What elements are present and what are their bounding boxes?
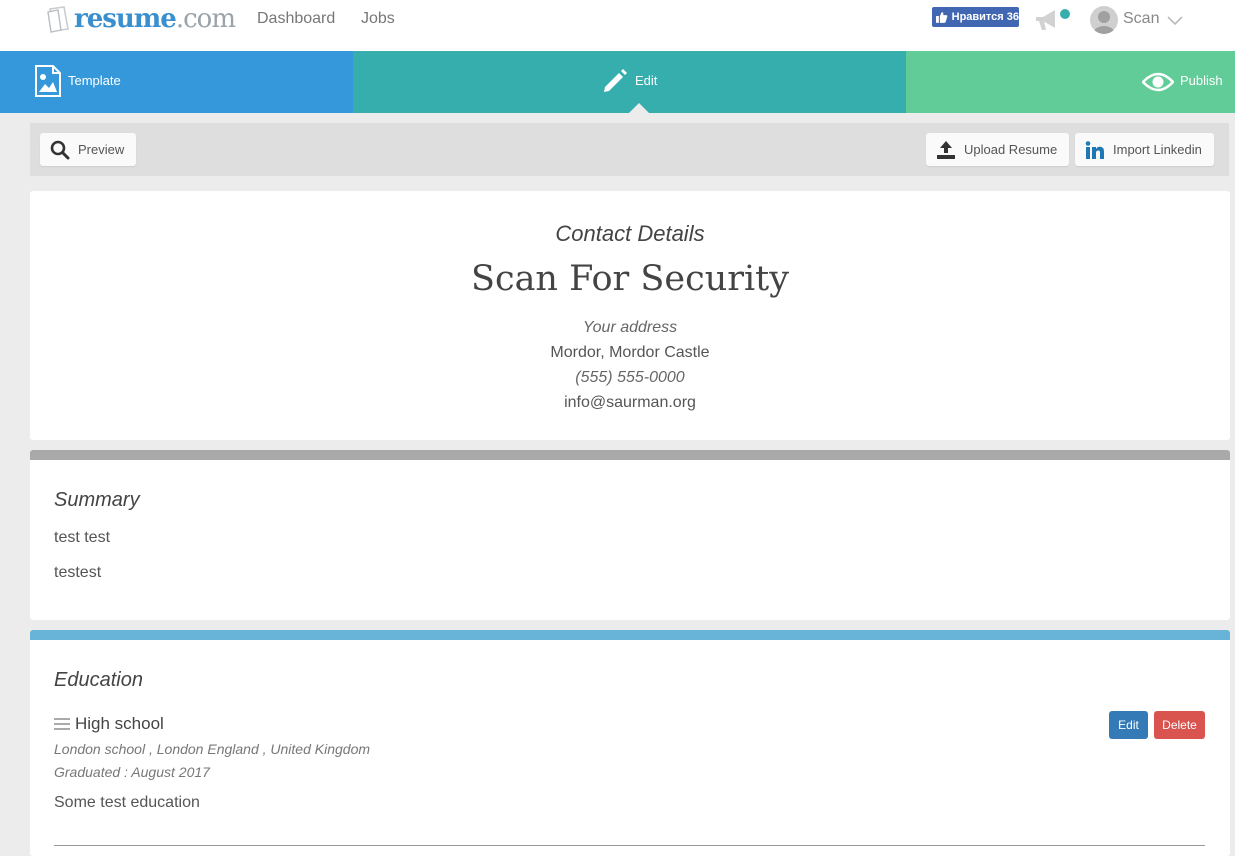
active-step-caret — [629, 103, 649, 113]
upload-icon — [937, 140, 955, 159]
editor-toolbar: Preview Upload Resume Import Linkedin — [30, 123, 1229, 176]
eye-icon — [1142, 72, 1174, 92]
education-item-location: London school , London England , United … — [54, 741, 371, 757]
user-name[interactable]: Scan — [1123, 10, 1159, 28]
education-item-graduated: Graduated : August 2017 — [54, 764, 210, 780]
preview-button[interactable]: Preview — [40, 133, 137, 166]
document-logo-icon — [47, 6, 69, 33]
step-template-label: Template — [68, 73, 121, 88]
megaphone-icon[interactable] — [1033, 6, 1073, 34]
import-linkedin-label: Import Linkedin — [1113, 142, 1202, 157]
delete-education-button[interactable]: Delete — [1154, 711, 1205, 739]
contact-details-card[interactable]: Contact Details Scan For Security Your a… — [30, 191, 1230, 440]
summary-line: testest — [54, 564, 102, 581]
step-publish[interactable]: Publish — [906, 51, 1235, 113]
phone-value: (555) 555-0000 — [575, 369, 685, 386]
step-bar: Template Edit Publish — [0, 51, 1235, 113]
contact-section-title: Contact Details — [555, 221, 705, 246]
summary-card[interactable]: Summary test test testest — [30, 450, 1230, 620]
nav-link-jobs[interactable]: Jobs — [361, 10, 395, 28]
upload-resume-button[interactable]: Upload Resume — [926, 133, 1070, 166]
summary-line: test test — [54, 529, 111, 546]
top-navbar: resume .com Dashboard Jobs Нравится 36 Sc… — [0, 0, 1235, 51]
import-linkedin-button[interactable]: Import Linkedin — [1075, 133, 1214, 166]
education-title: Education — [54, 669, 143, 691]
education-item-description: Some test education — [54, 794, 200, 811]
step-publish-label: Publish — [1180, 73, 1223, 88]
facebook-like-label: Нравится 36 — [951, 11, 1019, 23]
facebook-like-button[interactable]: Нравится 36 — [932, 7, 1019, 27]
step-edit[interactable]: Edit — [353, 51, 906, 113]
education-item-heading: High school — [75, 714, 164, 733]
logo-brand-text: resume — [74, 4, 177, 34]
search-icon — [50, 140, 70, 159]
item-divider — [54, 845, 1205, 846]
chevron-down-icon[interactable] — [1166, 14, 1184, 26]
nav-link-dashboard[interactable]: Dashboard — [257, 10, 335, 28]
preview-label: Preview — [78, 142, 125, 157]
summary-title: Summary — [54, 489, 140, 511]
address-value: Mordor, Mordor Castle — [550, 344, 710, 361]
resume-logo[interactable]: resume .com — [46, 4, 236, 34]
upload-resume-label: Upload Resume — [964, 142, 1058, 157]
linkedin-icon — [1085, 140, 1104, 159]
address-label: Your address — [582, 319, 678, 336]
edit-education-button[interactable]: Edit — [1109, 711, 1148, 739]
step-edit-label: Edit — [635, 73, 658, 88]
image-file-icon — [35, 65, 61, 97]
logo-tld-text: .com — [175, 4, 236, 34]
user-silhouette-icon — [1093, 11, 1115, 34]
email-value: info@saurman.org — [564, 394, 696, 411]
thumbs-up-icon — [936, 12, 948, 23]
drag-handle-icon[interactable] — [54, 718, 70, 730]
pencil-icon — [604, 69, 627, 92]
step-template[interactable]: Template — [0, 51, 353, 113]
education-card[interactable]: Education High school London school , Lo… — [30, 630, 1230, 856]
resume-name: Scan For Security — [470, 259, 789, 299]
avatar[interactable] — [1090, 6, 1118, 34]
